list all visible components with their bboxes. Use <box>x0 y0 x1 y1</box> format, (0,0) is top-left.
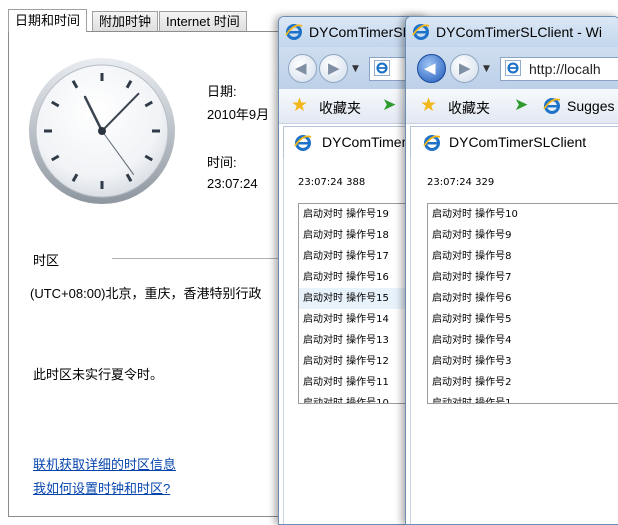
clock-help-link[interactable]: 我如何设置时钟和时区? <box>33 478 170 497</box>
ie1-forward-button[interactable]: ▶ <box>319 54 348 83</box>
star-icon[interactable]: ★ <box>291 94 308 116</box>
clock-center <box>98 127 106 135</box>
ie1-back-button[interactable]: ◀ <box>288 54 317 83</box>
ie-logo-icon <box>285 24 303 40</box>
date-label: 日期: <box>207 84 237 99</box>
tab-date-time[interactable]: 日期和时间 <box>8 9 88 32</box>
forward-arrow-icon: ▶ <box>328 59 340 77</box>
star-icon[interactable]: ★ <box>420 94 437 116</box>
list-item[interactable]: 启动对时 操作号3 <box>428 351 618 372</box>
dst-note: 此时区未实行夏令时。 <box>33 367 164 382</box>
ie-window-timer-sl-client: DYComTimerSLClient - Wi ◀ ▶ ▼ http://loc… <box>405 16 618 525</box>
ie2-content: 23:07:24 329 启动对时 操作号10 启动对时 操作号9 启动对时 操作号… <box>410 158 618 524</box>
back-arrow-icon: ◀ <box>424 59 436 77</box>
chevron-down-icon[interactable]: ▼ <box>483 64 490 74</box>
ie-logo-icon <box>423 135 441 151</box>
tab-internet-time[interactable]: Internet 时间 <box>159 11 247 31</box>
ie2-timer-text: 23:07:24 329 <box>427 177 495 188</box>
ie2-nav-bar: ◀ ▶ ▼ http://localh <box>406 47 618 89</box>
list-item[interactable]: 启动对时 操作号6 <box>428 288 618 309</box>
green-arrow-star-icon[interactable]: ➤ <box>382 95 396 115</box>
ie2-back-button[interactable]: ◀ <box>417 54 446 83</box>
timezone-value: (UTC+08:00)北京，重庆，香港特别行政 <box>30 286 262 301</box>
ie-logo-icon <box>412 24 430 40</box>
ie2-address-text: http://localh <box>529 61 601 77</box>
timezone-title: 时区 <box>33 253 60 268</box>
ie1-timer-text: 23:07:24 388 <box>298 177 366 188</box>
ie-logo-icon <box>294 135 312 151</box>
time-value: 23:07:24 <box>207 176 258 191</box>
tab-additional-clocks[interactable]: 附加时钟 <box>92 11 159 31</box>
list-item[interactable]: 启动对时 操作号10 <box>428 204 618 225</box>
date-value: 2010年9月 <box>207 107 270 122</box>
forward-arrow-icon: ▶ <box>459 59 471 77</box>
ie2-operation-list[interactable]: 启动对时 操作号10 启动对时 操作号9 启动对时 操作号8 启动对时 操作号7 启动对… <box>427 203 618 404</box>
list-item[interactable]: 启动对时 操作号8 <box>428 246 618 267</box>
ie1-title: DYComTimerSL <box>309 24 411 40</box>
ie-page-icon <box>374 60 390 76</box>
ie2-titlebar[interactable]: DYComTimerSLClient - Wi <box>406 17 618 47</box>
ie2-favorites-bar: ★ 收藏夹 ➤ Sugges <box>406 89 618 124</box>
time-label: 时间: <box>207 155 237 170</box>
list-item[interactable]: 启动对时 操作号4 <box>428 330 618 351</box>
ie2-tab[interactable]: DYComTimerSLClient <box>410 126 618 159</box>
list-item[interactable]: 启动对时 操作号9 <box>428 225 618 246</box>
timezone-info-link[interactable]: 联机获取详细的时区信息 <box>33 454 176 473</box>
ie2-title: DYComTimerSLClient - Wi <box>436 24 602 40</box>
list-item[interactable]: 启动对时 操作号7 <box>428 267 618 288</box>
ie-logo-icon <box>543 98 561 114</box>
ie2-address-bar[interactable]: http://localh <box>500 57 618 81</box>
list-item[interactable]: 启动对时 操作号1 <box>428 393 618 403</box>
list-item[interactable]: 启动对时 操作号5 <box>428 309 618 330</box>
ie2-favorites-label[interactable]: 收藏夹 <box>448 98 490 118</box>
chevron-down-icon[interactable]: ▼ <box>352 64 359 74</box>
back-arrow-icon: ◀ <box>295 59 307 77</box>
ie2-tab-label: DYComTimerSLClient <box>449 134 587 150</box>
ie2-forward-button[interactable]: ▶ <box>450 54 479 83</box>
list-item[interactable]: 启动对时 操作号2 <box>428 372 618 393</box>
ie1-favorites-label[interactable]: 收藏夹 <box>319 98 361 118</box>
ie-page-icon <box>505 60 521 76</box>
analog-clock <box>29 58 175 204</box>
suggested-sites-label[interactable]: Sugges <box>567 98 614 114</box>
ie1-tab-label: DYComTimer <box>322 134 407 150</box>
green-arrow-star-icon[interactable]: ➤ <box>514 95 528 115</box>
